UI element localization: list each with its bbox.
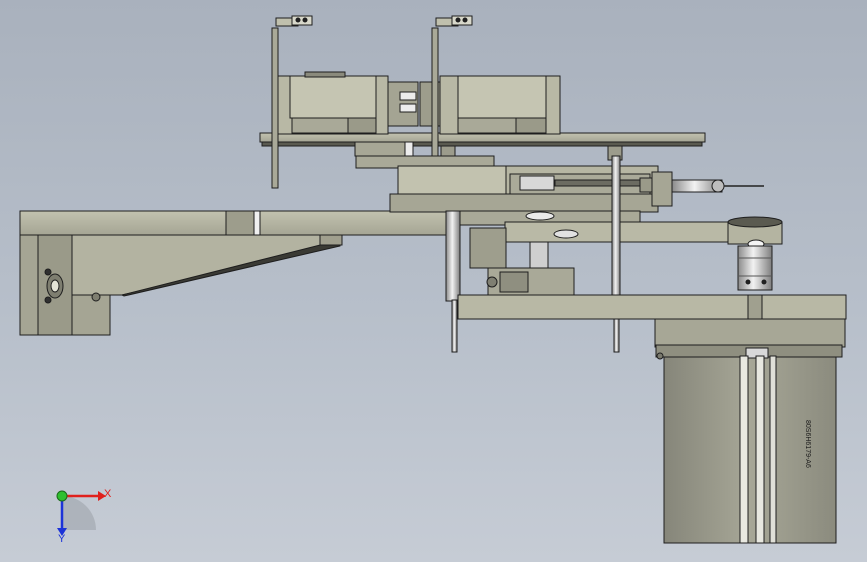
left-probe-shaft[interactable] — [445, 210, 461, 353]
pulley[interactable] — [727, 216, 783, 291]
x-axis-label: X — [104, 488, 112, 500]
motor-mount-plate[interactable] — [457, 294, 847, 348]
motor-label: 80S6H6179-A6 — [804, 420, 811, 468]
upper-rail-plate[interactable] — [259, 132, 706, 157]
y-axis-label: Y — [58, 533, 66, 545]
base-arm[interactable] — [19, 210, 451, 336]
axis-triad: X Y — [56, 488, 112, 545]
right-cylinder-block[interactable] — [419, 75, 561, 135]
origin-icon — [56, 490, 68, 502]
servo-motor[interactable] — [655, 344, 843, 544]
slide-block[interactable] — [355, 155, 764, 213]
left-cylinder-block[interactable] — [275, 71, 419, 135]
cad-viewport[interactable]: 80S6H6179-A6 X Y — [0, 0, 867, 562]
right-probe-shaft[interactable] — [611, 155, 621, 353]
assembly-drawing[interactable]: 80S6H6179-A6 X Y — [0, 0, 867, 562]
